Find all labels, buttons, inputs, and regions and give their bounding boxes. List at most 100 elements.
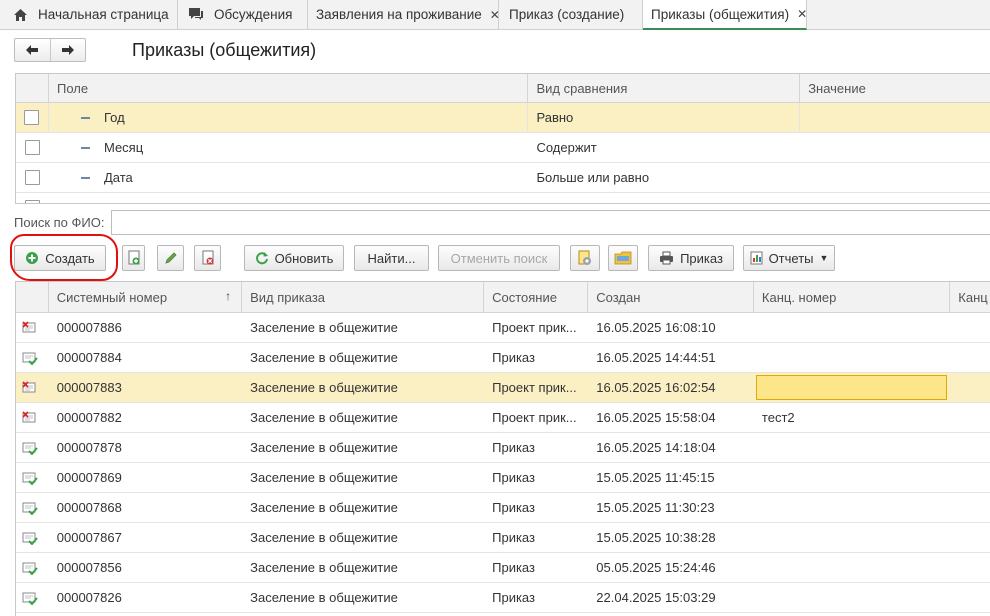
- cell-order-kind[interactable]: Заселение в общежитие: [242, 553, 484, 582]
- cell-kanc-number[interactable]: [754, 583, 950, 612]
- cell-kanc-number[interactable]: тест2: [754, 403, 950, 432]
- filter-comparison[interactable]: Больше или равно: [528, 163, 800, 192]
- cell-system-number[interactable]: 000007867: [49, 523, 242, 552]
- table-row[interactable]: 000007884 Заселение в общежитие Приказ 16.0…: [16, 343, 990, 373]
- create-button[interactable]: Создать: [14, 245, 106, 271]
- cell-state[interactable]: Приказ: [484, 433, 588, 462]
- cell-system-number[interactable]: 000007883: [49, 373, 242, 402]
- cell-state[interactable]: Приказ: [484, 583, 588, 612]
- close-icon[interactable]: ✕: [797, 7, 807, 21]
- cell-state[interactable]: Проект прик...: [484, 313, 588, 342]
- cell-kanc-number[interactable]: [754, 433, 950, 462]
- filter-comparison[interactable]: Содержит: [528, 133, 800, 162]
- cell-kanc-number[interactable]: [754, 313, 950, 342]
- settings-button[interactable]: [570, 245, 600, 271]
- tab-home[interactable]: Начальная страница: [0, 0, 178, 29]
- cell-kanc-2[interactable]: [950, 493, 990, 522]
- cell-system-number[interactable]: 000007878: [49, 433, 242, 462]
- cell-state[interactable]: Проект прик...: [484, 403, 588, 432]
- cell-created[interactable]: 16.05.2025 16:08:10: [588, 313, 754, 342]
- filter-comparison[interactable]: Равно: [528, 103, 801, 132]
- table-row[interactable]: 000007878 Заселение в общежитие Приказ 16.0…: [16, 433, 990, 463]
- table-row[interactable]: 000007826 Заселение в общежитие Приказ 22.0…: [16, 583, 990, 613]
- folder-button[interactable]: [608, 245, 638, 271]
- cell-order-kind[interactable]: Заселение в общежитие: [242, 493, 484, 522]
- cell-system-number[interactable]: 000007886: [49, 313, 242, 342]
- find-button[interactable]: Найти...: [354, 245, 429, 271]
- cancel-search-button[interactable]: Отменить поиск: [438, 245, 560, 271]
- table-row[interactable]: 000007882 Заселение в общежитие Проект при…: [16, 403, 990, 433]
- table-row[interactable]: 000007867 Заселение в общежитие Приказ 15.0…: [16, 523, 990, 553]
- table-row[interactable]: 000007856 Заселение в общежитие Приказ 05.0…: [16, 553, 990, 583]
- cell-order-kind[interactable]: Заселение в общежитие: [242, 433, 484, 462]
- table-row[interactable]: 000007883 Заселение в общежитие Проект при…: [16, 373, 990, 403]
- cell-kanc-2[interactable]: [950, 583, 990, 612]
- filter-checkbox[interactable]: [25, 200, 40, 203]
- delete-button[interactable]: [194, 245, 221, 271]
- reports-button[interactable]: Отчеты ▼: [743, 245, 835, 271]
- edit-button[interactable]: [157, 245, 184, 271]
- table-row[interactable]: 000007869 Заселение в общежитие Приказ 15.0…: [16, 463, 990, 493]
- cell-kanc-number[interactable]: [754, 343, 950, 372]
- cell-created[interactable]: 15.05.2025 11:45:15: [588, 463, 754, 492]
- refresh-button[interactable]: Обновить: [244, 245, 344, 271]
- filter-checkbox[interactable]: [24, 140, 40, 155]
- col-system-number[interactable]: Системный номер ↑: [49, 282, 243, 312]
- cell-order-kind[interactable]: Заселение в общежитие: [242, 583, 484, 612]
- cell-created[interactable]: 15.05.2025 10:38:28: [588, 523, 754, 552]
- cell-state[interactable]: Приказ: [484, 493, 588, 522]
- cell-system-number[interactable]: 000007884: [49, 343, 242, 372]
- col-order-kind[interactable]: Вид приказа: [242, 282, 485, 312]
- cell-kanc-2[interactable]: [950, 313, 990, 342]
- cell-order-kind[interactable]: Заселение в общежитие: [242, 523, 484, 552]
- cell-state[interactable]: Приказ: [484, 463, 588, 492]
- filter-row[interactable]: Дата Больше или равно: [16, 163, 990, 193]
- cell-kanc-2[interactable]: [950, 403, 990, 432]
- cell-system-number[interactable]: 000007826: [49, 583, 242, 612]
- cell-created[interactable]: 16.05.2025 16:02:54: [588, 373, 754, 402]
- cell-order-kind[interactable]: Заселение в общежитие: [242, 313, 484, 342]
- col-created[interactable]: Создан: [588, 282, 754, 312]
- cell-system-number[interactable]: 000007882: [49, 403, 242, 432]
- copy-button[interactable]: [122, 245, 145, 271]
- col-kanc-number[interactable]: Канц. номер: [754, 282, 951, 312]
- cell-created[interactable]: 05.05.2025 15:24:46: [588, 553, 754, 582]
- cell-system-number[interactable]: 000007856: [49, 553, 242, 582]
- forward-button[interactable]: [49, 39, 86, 61]
- order-button[interactable]: Приказ: [648, 245, 734, 271]
- cell-system-number[interactable]: 000007869: [49, 463, 242, 492]
- cell-state[interactable]: Проект прик...: [484, 373, 588, 402]
- filter-value[interactable]: [800, 163, 990, 192]
- cell-created[interactable]: 22.04.2025 15:03:29: [588, 583, 754, 612]
- cell-order-kind[interactable]: Заселение в общежитие: [242, 373, 484, 402]
- filter-checkbox[interactable]: [24, 110, 40, 125]
- cell-kanc-2[interactable]: [950, 553, 990, 582]
- cell-kanc-2[interactable]: [950, 463, 990, 492]
- tab-applications[interactable]: Заявления на проживание ✕: [308, 0, 500, 29]
- table-row[interactable]: 000007868 Заселение в общежитие Приказ 15.0…: [16, 493, 990, 523]
- cell-system-number[interactable]: 000007868: [49, 493, 242, 522]
- cell-kanc-2[interactable]: [950, 343, 990, 372]
- filter-row[interactable]: Год Равно: [16, 103, 990, 133]
- cell-state[interactable]: Приказ: [484, 343, 588, 372]
- cell-kanc-number[interactable]: [755, 375, 948, 400]
- cell-created[interactable]: 16.05.2025 15:58:04: [588, 403, 754, 432]
- cell-kanc-number[interactable]: [754, 523, 950, 552]
- cell-kanc-2[interactable]: [950, 373, 990, 402]
- cell-kanc-2[interactable]: [950, 433, 990, 462]
- cell-state[interactable]: Приказ: [484, 553, 588, 582]
- tab-orders-dorms[interactable]: Приказы (общежития) ✕: [643, 0, 807, 30]
- tab-discussions[interactable]: Обсуждения: [178, 0, 308, 29]
- cell-order-kind[interactable]: Заселение в общежитие: [242, 403, 484, 432]
- cell-order-kind[interactable]: Заселение в общежитие: [242, 463, 484, 492]
- cell-kanc-2[interactable]: [950, 523, 990, 552]
- cell-created[interactable]: 16.05.2025 14:44:51: [588, 343, 754, 372]
- cell-order-kind[interactable]: Заселение в общежитие: [242, 343, 484, 372]
- back-button[interactable]: [15, 39, 50, 61]
- cell-created[interactable]: 15.05.2025 11:30:23: [588, 493, 754, 522]
- table-row[interactable]: 000007886 Заселение в общежитие Проект при…: [16, 313, 990, 343]
- cell-kanc-number[interactable]: [754, 553, 950, 582]
- filter-value[interactable]: [800, 133, 990, 162]
- filter-row[interactable]: Месяц Содержит: [16, 133, 990, 163]
- col-kanc-2[interactable]: Канц: [950, 282, 990, 312]
